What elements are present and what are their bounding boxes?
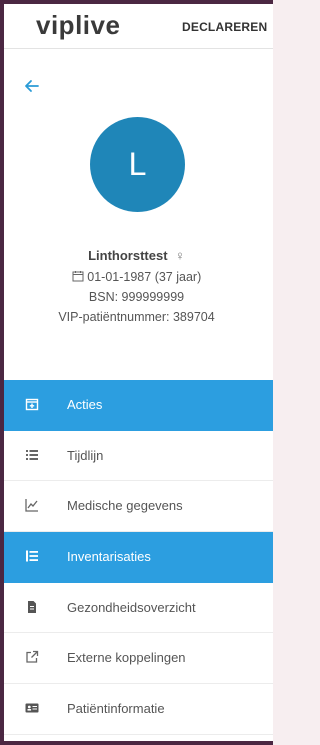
sidebar-nav: Acties Tijdlijn Medische gegevens Invent… (4, 380, 273, 735)
nav-item-tijdlijn[interactable]: Tijdlijn (4, 430, 273, 482)
list-ol-icon (24, 549, 40, 565)
declareren-link[interactable]: DECLAREREN (182, 20, 267, 34)
id-card-icon (24, 701, 40, 717)
external-link-icon (24, 650, 40, 666)
list-icon (24, 448, 40, 464)
nav-item-medische-gegevens[interactable]: Medische gegevens (4, 481, 273, 533)
nav-item-patientinformatie[interactable]: Patiëntinformatie (4, 684, 273, 735)
vip-patient-number: VIP-patiëntnummer: 389704 (58, 310, 215, 324)
nav-item-externe-koppelingen[interactable]: Externe koppelingen (4, 633, 273, 685)
calendar-icon (72, 270, 87, 284)
age: (37 jaar) (154, 270, 202, 284)
nav-label-tijdlijn: Tijdlijn (67, 447, 104, 463)
nav-label-medische-gegevens: Medische gegevens (67, 498, 183, 514)
birthdate-row: 01-01-1987 (37 jaar) (0, 270, 273, 284)
nav-item-gezondheidsoverzicht[interactable]: Gezondheidsoverzicht (4, 582, 273, 634)
file-icon (24, 600, 40, 616)
nav-item-acties[interactable]: Acties (4, 380, 273, 431)
nav-item-inventarisaties[interactable]: Inventarisaties (4, 532, 273, 583)
back-arrow-icon[interactable] (24, 78, 40, 94)
bsn-number: BSN: 999999999 (88, 290, 185, 304)
patient-name-row: Linthorsttest ♀ (0, 248, 273, 263)
patient-avatar: L (90, 117, 185, 212)
patient-name: Linthorsttest (88, 248, 168, 263)
line-chart-icon (24, 498, 40, 514)
nav-label-inventarisaties: Inventarisaties (67, 549, 151, 565)
nav-label-gezondheidsoverzicht: Gezondheidsoverzicht (67, 599, 196, 615)
nav-label-acties: Acties (67, 397, 103, 412)
female-gender-icon: ♀ (175, 248, 185, 263)
birthdate: 01-01-1987 (87, 270, 152, 284)
calendar-plus-icon (24, 397, 40, 413)
nav-label-patientinformatie: Patiëntinformatie (67, 701, 165, 717)
top-bar: viplive DECLAREREN (4, 4, 273, 49)
app-logo[interactable]: viplive (36, 10, 120, 41)
nav-label-externe-koppelingen: Externe koppelingen (67, 650, 186, 666)
